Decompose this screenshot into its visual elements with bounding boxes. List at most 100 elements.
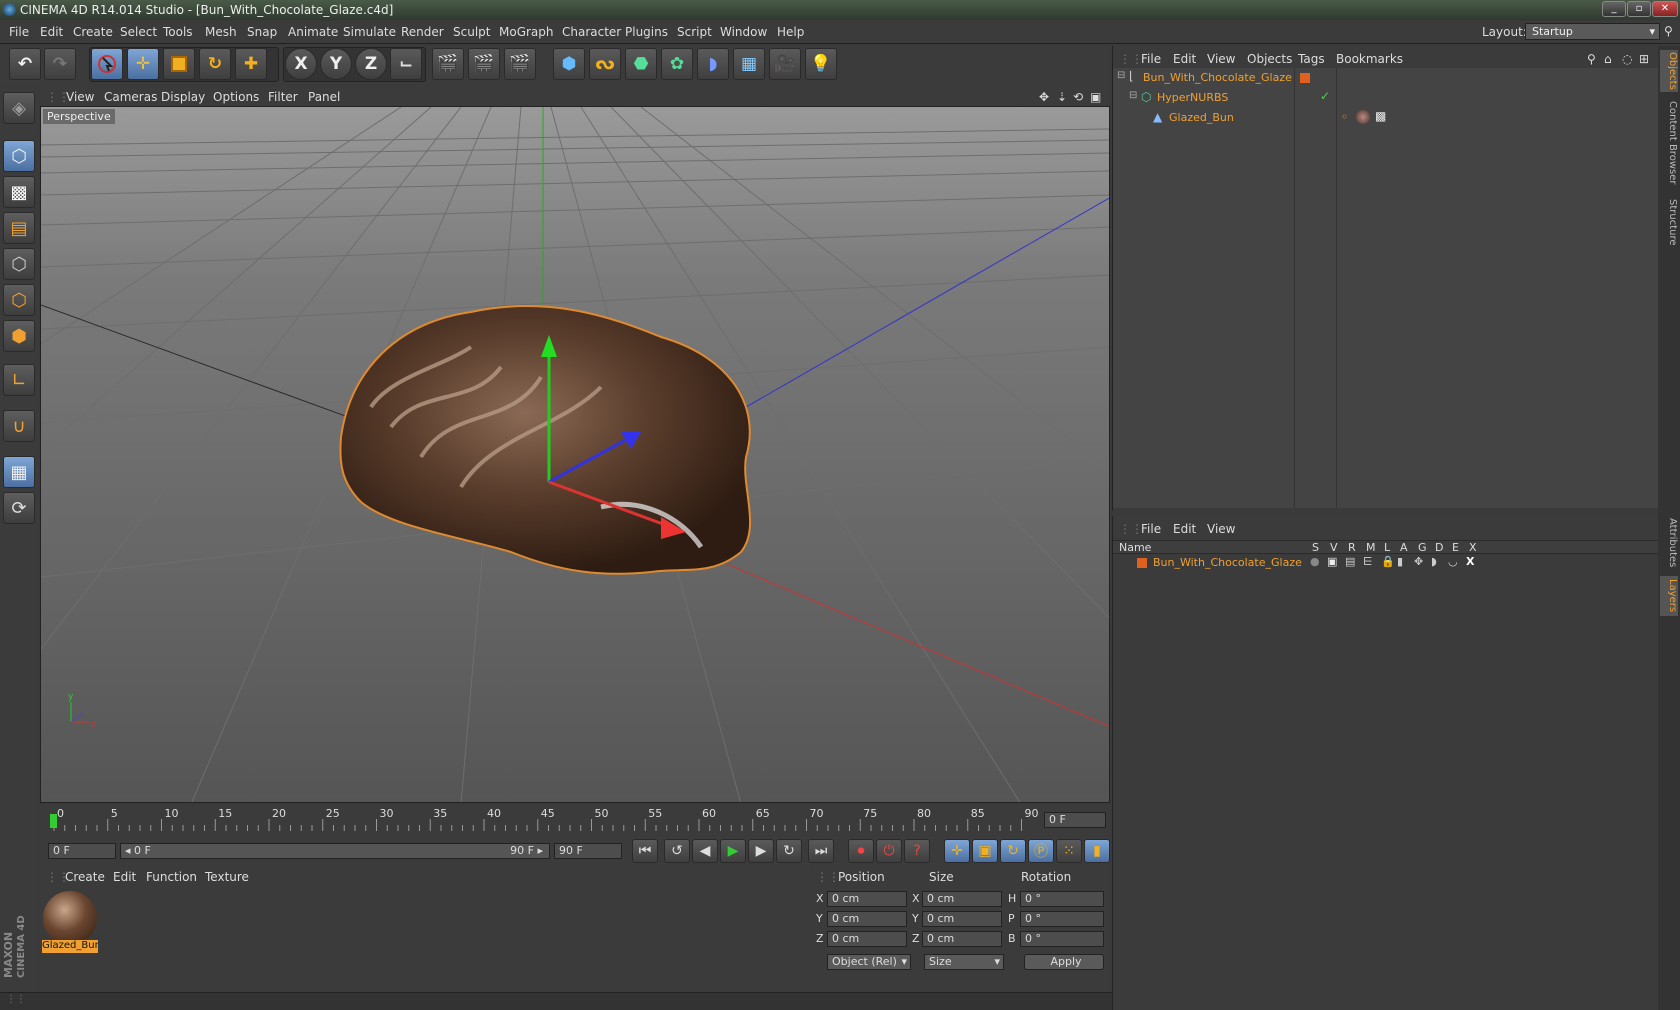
- render-view-button[interactable]: 🎬: [432, 48, 464, 80]
- max-frame-field[interactable]: 90 F: [554, 843, 622, 859]
- model-mode-button[interactable]: ⬡: [3, 140, 35, 172]
- collapse-icon[interactable]: ⊟: [1129, 90, 1137, 101]
- layer-menu-edit[interactable]: Edit: [1173, 522, 1196, 536]
- live-selection-button[interactable]: [91, 48, 123, 80]
- lock-icon[interactable]: 🔒: [1381, 555, 1395, 568]
- menu-select[interactable]: Select: [120, 25, 157, 39]
- layer-menu-file[interactable]: File: [1141, 522, 1161, 536]
- size-y-field[interactable]: 0 cm: [922, 911, 1002, 927]
- new-window-icon[interactable]: ⊞: [1639, 52, 1649, 66]
- home-icon[interactable]: ⌂: [1604, 52, 1612, 66]
- render-icon[interactable]: ▤: [1345, 555, 1355, 568]
- texture-tag-icon[interactable]: ▩: [1375, 109, 1386, 123]
- timeline-window-button[interactable]: ▮: [1084, 839, 1110, 863]
- tab-content-browser[interactable]: Content Browser: [1660, 98, 1678, 188]
- viewport-menu-panel[interactable]: Panel: [308, 90, 340, 104]
- polygons-mode-button[interactable]: ⬢: [3, 320, 35, 352]
- deformers-icon[interactable]: ◗: [1431, 555, 1437, 568]
- menu-render[interactable]: Render: [401, 25, 444, 39]
- object-menu-tags[interactable]: Tags: [1298, 52, 1325, 66]
- tab-layers[interactable]: Layers: [1660, 576, 1678, 616]
- size-mode-select[interactable]: Size ▾: [924, 954, 1004, 970]
- pan-icon[interactable]: ✥: [1039, 90, 1049, 104]
- timeline-end-field[interactable]: 0 F: [1044, 812, 1106, 828]
- key-position-button[interactable]: ✛: [944, 839, 970, 863]
- timeline-playhead[interactable]: [50, 814, 57, 828]
- menu-create[interactable]: Create: [73, 25, 113, 39]
- rotate-tool-button[interactable]: ↻: [199, 48, 231, 80]
- axis-mode-button[interactable]: ∟: [3, 364, 35, 396]
- position-y-field[interactable]: 0 cm: [827, 911, 907, 927]
- workplane-lock-button[interactable]: ▦: [3, 456, 35, 488]
- menu-window[interactable]: Window: [720, 25, 767, 39]
- render-settings-button[interactable]: 🎬: [504, 48, 536, 80]
- camera-button[interactable]: 🎥: [769, 48, 801, 80]
- key-scale-button[interactable]: ▣: [972, 839, 998, 863]
- orbit-icon[interactable]: ⟲: [1073, 90, 1083, 104]
- cube-primitive-button[interactable]: ⬢: [553, 48, 585, 80]
- material-menu-edit[interactable]: Edit: [113, 870, 136, 884]
- menu-simulate[interactable]: Simulate: [343, 25, 396, 39]
- object-menu-bookmarks[interactable]: Bookmarks: [1336, 52, 1403, 66]
- undo-button[interactable]: ↶: [9, 48, 41, 80]
- menu-script[interactable]: Script: [677, 25, 712, 39]
- phong-tag-icon[interactable]: ◦: [1341, 110, 1348, 124]
- scene-floor-button[interactable]: ▦: [733, 48, 765, 80]
- object-menu-file[interactable]: File: [1141, 52, 1161, 66]
- transform-tool-button[interactable]: ✚: [235, 48, 267, 80]
- tree-row-hypernurbs[interactable]: ⊟ ⬡ HyperNURBS ✓: [1113, 88, 1659, 108]
- layer-color-swatch[interactable]: [1137, 558, 1147, 568]
- play-button[interactable]: ▶: [720, 839, 746, 863]
- apply-button[interactable]: Apply: [1024, 954, 1104, 970]
- menu-file[interactable]: File: [9, 25, 29, 39]
- object-menu-edit[interactable]: Edit: [1173, 52, 1196, 66]
- collapse-icon[interactable]: ⊟: [1117, 70, 1125, 81]
- perspective-viewport[interactable]: y x Perspective: [40, 106, 1110, 803]
- viewport-scene[interactable]: y x: [41, 107, 1110, 803]
- xref-icon[interactable]: X: [1466, 555, 1474, 568]
- menu-snap[interactable]: Snap: [247, 25, 277, 39]
- menu-character[interactable]: Character: [562, 25, 621, 39]
- timeline-ruler[interactable]: 0 5 10 15 20 25 30 35 40 45 50 55 60 65 70 75 80 85 90 0 F: [40, 805, 1110, 835]
- mograph-cloner-button[interactable]: ✿: [661, 48, 693, 80]
- light-button[interactable]: 💡: [805, 48, 837, 80]
- layout-select[interactable]: Startup ▾: [1525, 23, 1660, 40]
- layer-menu-view[interactable]: View: [1207, 522, 1235, 536]
- position-z-field[interactable]: 0 cm: [827, 931, 907, 947]
- axis-y-button[interactable]: Y: [320, 48, 352, 80]
- locked-workplane-button[interactable]: ⟳: [3, 492, 35, 524]
- viewport-menu-cameras[interactable]: Cameras: [104, 90, 157, 104]
- minimize-button[interactable]: _: [1602, 1, 1626, 17]
- size-z-field[interactable]: 0 cm: [922, 931, 1002, 947]
- menu-edit[interactable]: Edit: [40, 25, 63, 39]
- generators-icon[interactable]: ✥: [1414, 555, 1423, 568]
- tab-structure[interactable]: Structure: [1660, 196, 1678, 248]
- menu-plugins[interactable]: Plugins: [625, 25, 668, 39]
- keyframe-selection-button[interactable]: ?: [904, 839, 930, 863]
- rotation-b-field[interactable]: 0 °: [1020, 931, 1104, 947]
- record-keys-button[interactable]: ⏺: [848, 839, 874, 863]
- goto-next-key-button[interactable]: ↻: [776, 839, 802, 863]
- tree-row-glazed-bun[interactable]: ▲ Glazed_Bun ◦ ▩: [1113, 108, 1659, 128]
- close-button[interactable]: ✕: [1652, 1, 1678, 17]
- enabled-check-icon[interactable]: ✓: [1320, 89, 1330, 103]
- coordinate-mode-select[interactable]: Object (Rel) ▾: [827, 954, 911, 970]
- workplane-button[interactable]: ▤: [3, 212, 35, 244]
- search-icon[interactable]: ⚲: [1587, 52, 1596, 66]
- axis-x-button[interactable]: X: [285, 48, 317, 80]
- material-menu-texture[interactable]: Texture: [205, 870, 249, 884]
- solo-icon[interactable]: ●: [1310, 555, 1320, 568]
- prev-frame-button[interactable]: ◀: [692, 839, 718, 863]
- viewport-menu-filter[interactable]: Filter: [268, 90, 298, 104]
- current-frame-field[interactable]: 0 F: [48, 843, 116, 859]
- key-rotation-button[interactable]: ↻: [1000, 839, 1026, 863]
- rotation-h-field[interactable]: 0 °: [1020, 891, 1104, 907]
- layer-name[interactable]: Bun_With_Chocolate_Glaze: [1153, 556, 1302, 569]
- goto-end-button[interactable]: ⏭: [808, 839, 834, 863]
- nurbs-button[interactable]: ⬣: [625, 48, 657, 80]
- deformer-button[interactable]: ◗: [697, 48, 729, 80]
- tab-attributes[interactable]: Attributes: [1660, 516, 1678, 570]
- menu-help[interactable]: Help: [777, 25, 804, 39]
- scale-tool-button[interactable]: [163, 48, 195, 80]
- animation-icon[interactable]: ▮: [1397, 555, 1403, 568]
